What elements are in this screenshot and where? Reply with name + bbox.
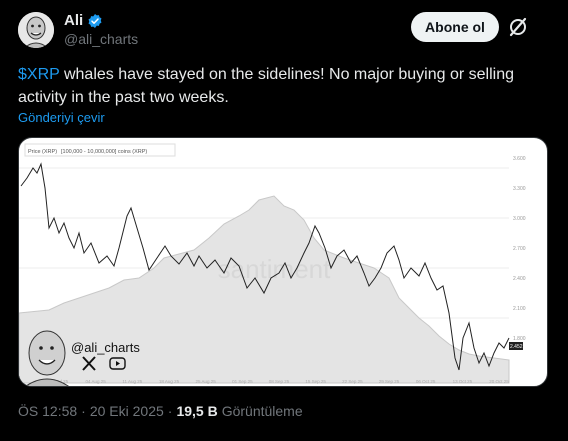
y-tick: 2.700 <box>513 246 526 252</box>
overlay-handle: @ali_charts <box>71 340 140 355</box>
avatar-caricature <box>18 12 54 48</box>
meta-separator: · <box>81 403 86 419</box>
post-meta: ÖS 12:58 · 20 Eki 2025 · 19,5 B Görüntül… <box>18 403 303 419</box>
post-date[interactable]: 20 Eki 2025 <box>90 403 164 419</box>
verified-badge-icon <box>88 13 102 28</box>
author-display-name[interactable]: Ali <box>64 12 83 29</box>
x-tick: 08 Sep 25 <box>269 379 290 384</box>
x-tick: 01 Sep 25 <box>232 379 253 384</box>
author-name-row[interactable]: Ali <box>64 12 103 29</box>
x-tick: 11 Aug 25 <box>122 379 142 384</box>
x-tick: 13 Oct 25 <box>453 379 473 384</box>
y-tick: 2.400 <box>513 276 526 282</box>
post-media-image[interactable]: santiment Price (XRP) [100,000 - 10,000,… <box>18 137 548 387</box>
author-handle[interactable]: @ali_charts <box>64 31 138 47</box>
grok-icon[interactable] <box>506 15 530 39</box>
post-time[interactable]: ÖS 12:58 <box>18 403 77 419</box>
y-tick: 1.800 <box>513 336 526 342</box>
x-tick: 06 Oct 25 <box>416 379 436 384</box>
post-body: whales have stayed on the sidelines! No … <box>18 66 514 106</box>
cashtag-link[interactable]: $XRP <box>18 66 60 83</box>
legend-price: Price (XRP) <box>28 149 57 155</box>
chart-watermark: santiment <box>218 254 331 284</box>
legend-supply: [100,000 - 10,000,000] coins (XRP) <box>61 149 147 155</box>
post-text: $XRP whales have stayed on the sidelines… <box>18 63 538 109</box>
meta-separator: · <box>167 403 173 419</box>
y-tick: 2.100 <box>513 306 526 312</box>
x-tick: 22 Sep 25 <box>342 379 363 384</box>
y-tick: 3.300 <box>513 186 526 192</box>
author-avatar[interactable] <box>18 12 54 48</box>
views-count: 19,5 B <box>176 403 218 419</box>
x-tick: 20 Oct 25 <box>489 379 509 384</box>
chart-legend: Price (XRP) [100,000 - 10,000,000] coins… <box>24 143 176 157</box>
right-axis: 3.600 3.300 3.000 2.700 2.400 2.100 1.80… <box>513 156 526 342</box>
x-tick: 25 Aug 25 <box>196 379 217 384</box>
x-tick: 29 Sep 25 <box>379 379 400 384</box>
y-tick: 3.600 <box>513 156 526 162</box>
views-label: Görüntüleme <box>221 403 303 419</box>
x-tick: 15 Sep 25 <box>305 379 326 384</box>
chart-image: santiment Price (XRP) [100,000 - 10,000,… <box>19 143 526 386</box>
follow-button[interactable]: Abone ol <box>411 12 499 42</box>
price-tag-label: 2.452 <box>510 344 523 350</box>
translate-post-link[interactable]: Gönderiyi çevir <box>18 110 105 125</box>
x-tick: 18 Aug 25 <box>159 379 180 384</box>
y-tick: 3.000 <box>513 216 526 222</box>
x-tick: 04 Aug 25 <box>86 379 107 384</box>
